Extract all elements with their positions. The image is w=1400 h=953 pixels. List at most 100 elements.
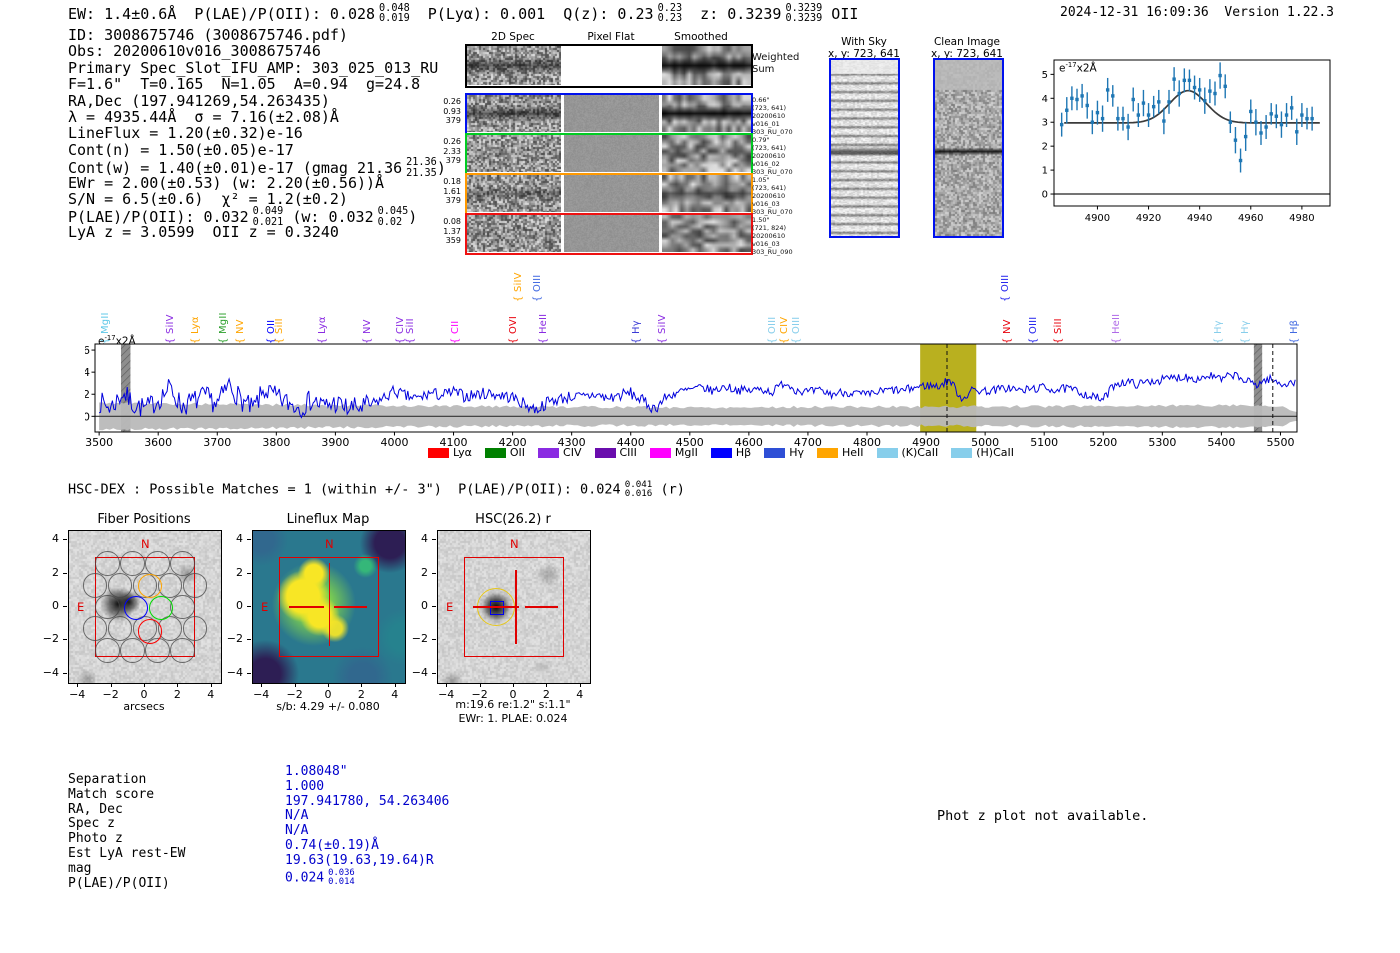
x-tick-label: −2: [471, 688, 488, 701]
crosshair-vertical: [328, 563, 331, 646]
text-segment: OII: [822, 4, 859, 23]
north-label: N: [141, 537, 150, 551]
svg-text:2: 2: [1042, 142, 1048, 153]
x-tick: [177, 683, 179, 687]
x-tick-label: −4: [438, 688, 455, 701]
line-label-Hβ: { Hβ: [1288, 319, 1300, 344]
line-label-CIV: { CIV: [394, 316, 406, 344]
y-tick: [63, 672, 67, 674]
y-tick: [247, 606, 251, 607]
svg-text:4920: 4920: [1136, 213, 1161, 224]
fraction: 0.048 0.019: [379, 3, 410, 25]
line-label-OIII: { OIII: [1028, 316, 1040, 344]
crosshair-left: [473, 606, 519, 608]
y-tick-label: −4: [411, 665, 428, 679]
line-label-SiII: { SiII: [274, 318, 286, 344]
text-segment: Primary Spec_Slot_IFU_AMP: 303_025_013_R…: [68, 58, 439, 77]
info-line: F=1.6" T=0.165 N=1.05 A=0.94 g=24.8: [68, 76, 446, 92]
spec2d-row-left-labels: 0.18 1.61 379: [443, 177, 461, 205]
info-line: P(LAE)/P(OII): 0.032 0.049 0.021 (w: 0.032…: [68, 206, 446, 227]
clean-canvas: [935, 60, 1002, 236]
text-segment: EWr = 2.00(±0.53) (w: 2.20(±0.56))Å: [68, 173, 385, 192]
spec2d-row-orange: [465, 173, 753, 215]
y-tick-label: 0: [421, 599, 428, 612]
legend-swatch: [876, 447, 898, 458]
x-tick: [361, 683, 363, 687]
x-tick-label: −4: [69, 688, 86, 701]
north-label: N: [325, 537, 334, 551]
fiber-circle: [95, 551, 120, 576]
x-tick-label: 0: [509, 688, 517, 701]
y-tick-label: 0: [52, 599, 59, 612]
y-tick-label: 2: [421, 565, 428, 579]
fiber-circle: [107, 616, 133, 641]
text-segment: N/A: [285, 808, 309, 824]
match-row-label: P(LAE)/P(OII): [68, 875, 170, 891]
match-row-label: RA, Dec: [68, 801, 123, 817]
spec2d-row-right-labels: 0.66" (723, 641) 20200610 v016_01 303_RU…: [752, 96, 793, 136]
clean-title: Clean Image x, y: 723, 641: [931, 36, 1003, 60]
svg-text:0: 0: [1042, 190, 1048, 201]
crosshair-right: [525, 606, 558, 608]
line-label-Hγ: { Hγ: [1239, 320, 1251, 344]
y-tick-label: −4: [42, 665, 59, 679]
y-tick: [432, 606, 436, 607]
text-segment: N/A: [285, 823, 309, 839]
svg-text:3500: 3500: [85, 436, 113, 449]
match-row-label: Spec z: [68, 816, 115, 832]
info-line: Cont(w) = 1.40(±0.01)e-17 (gmag 21.36 21.…: [68, 157, 446, 178]
line-label-OIII: { OIII: [1000, 274, 1012, 302]
x-tick-label: 0: [140, 688, 148, 701]
col-header-smoothed: Smoothed: [674, 31, 728, 43]
match-row-label: Photo z: [68, 831, 123, 847]
east-label: E: [261, 600, 269, 614]
svg-text:3700: 3700: [203, 436, 231, 449]
y-tick: [63, 639, 67, 641]
match-row-label: mag: [68, 860, 92, 876]
match-row-value: N/A: [285, 808, 449, 824]
fiber-circle-green: [148, 595, 174, 621]
legend-swatch: [594, 447, 616, 458]
legend-label: Hβ: [735, 446, 752, 459]
line-label-Hγ: { Hγ: [1213, 320, 1225, 344]
x-tick: [394, 683, 396, 687]
line-label-SiIV: { SiIV: [657, 314, 669, 344]
match-row-value: 0.024 0.036 0.014: [285, 868, 449, 887]
text-segment: ID: 3008675746 (3008675746.pdf): [68, 26, 348, 44]
legend-item-Hβ: Hβ: [710, 446, 752, 459]
svg-text:5300: 5300: [1148, 436, 1176, 449]
y-tick: [247, 639, 251, 641]
x-tick-label: 2: [357, 688, 365, 701]
y-tick-label: −2: [42, 632, 59, 646]
text-segment: 1.08048": [285, 764, 348, 779]
spec2d-row-green: [465, 133, 753, 175]
x-tick-label: −2: [102, 688, 119, 701]
text-segment: 0.74(±0.19)Å: [285, 837, 379, 853]
text-segment: F=1.6" T=0.165 N=1.05 A=0.94 g=24.8: [68, 75, 421, 94]
text-segment: z: 0.3239: [682, 4, 782, 23]
line-label-Lyα: { Lyα: [189, 316, 201, 344]
info-line: RA,Dec (197.941269,54.263435): [68, 92, 446, 109]
fraction: 0.3239 0.3239: [785, 3, 823, 25]
hscdex-match-line: HSC-DEX : Possible Matches = 1 (within +…: [68, 480, 685, 499]
spec2d-row-blue: [465, 93, 753, 135]
col-header-2dspec: 2D Spec: [491, 31, 535, 43]
info-line: Primary Spec_Slot_IFU_AMP: 303_025_013_R…: [68, 60, 446, 76]
match-row-value: 19.63(19.63,19.64)R: [285, 853, 449, 869]
info-line: λ = 4935.44Å σ = 7.16(±2.08)Å: [68, 109, 446, 125]
svg-text:5500: 5500: [1266, 436, 1294, 449]
legend-label: CIII: [619, 446, 637, 459]
hsc-ewr-caption: EWr: 1. PLAE: 0.024: [458, 712, 568, 725]
timestamp-version: 2024-12-31 16:09:36 Version 1.22.3: [1060, 5, 1334, 20]
east-label: E: [77, 600, 85, 614]
fiber-circle-blue: [123, 595, 149, 621]
east-label: E: [446, 600, 454, 614]
legend-item-(H)CaII: (H)CaII: [951, 446, 1014, 459]
spectrum-unit-label: e-17x2Å: [98, 334, 136, 348]
legend-label: Lyα: [453, 446, 472, 459]
timestamp: 2024-12-31 16:09:36: [1060, 5, 1209, 20]
legend-item-CIII: CIII: [594, 446, 637, 459]
text-segment: HSC-DEX : Possible Matches = 1 (within +…: [68, 481, 621, 498]
y-tick: [432, 639, 436, 641]
legend-item-OII: OII: [484, 446, 525, 459]
